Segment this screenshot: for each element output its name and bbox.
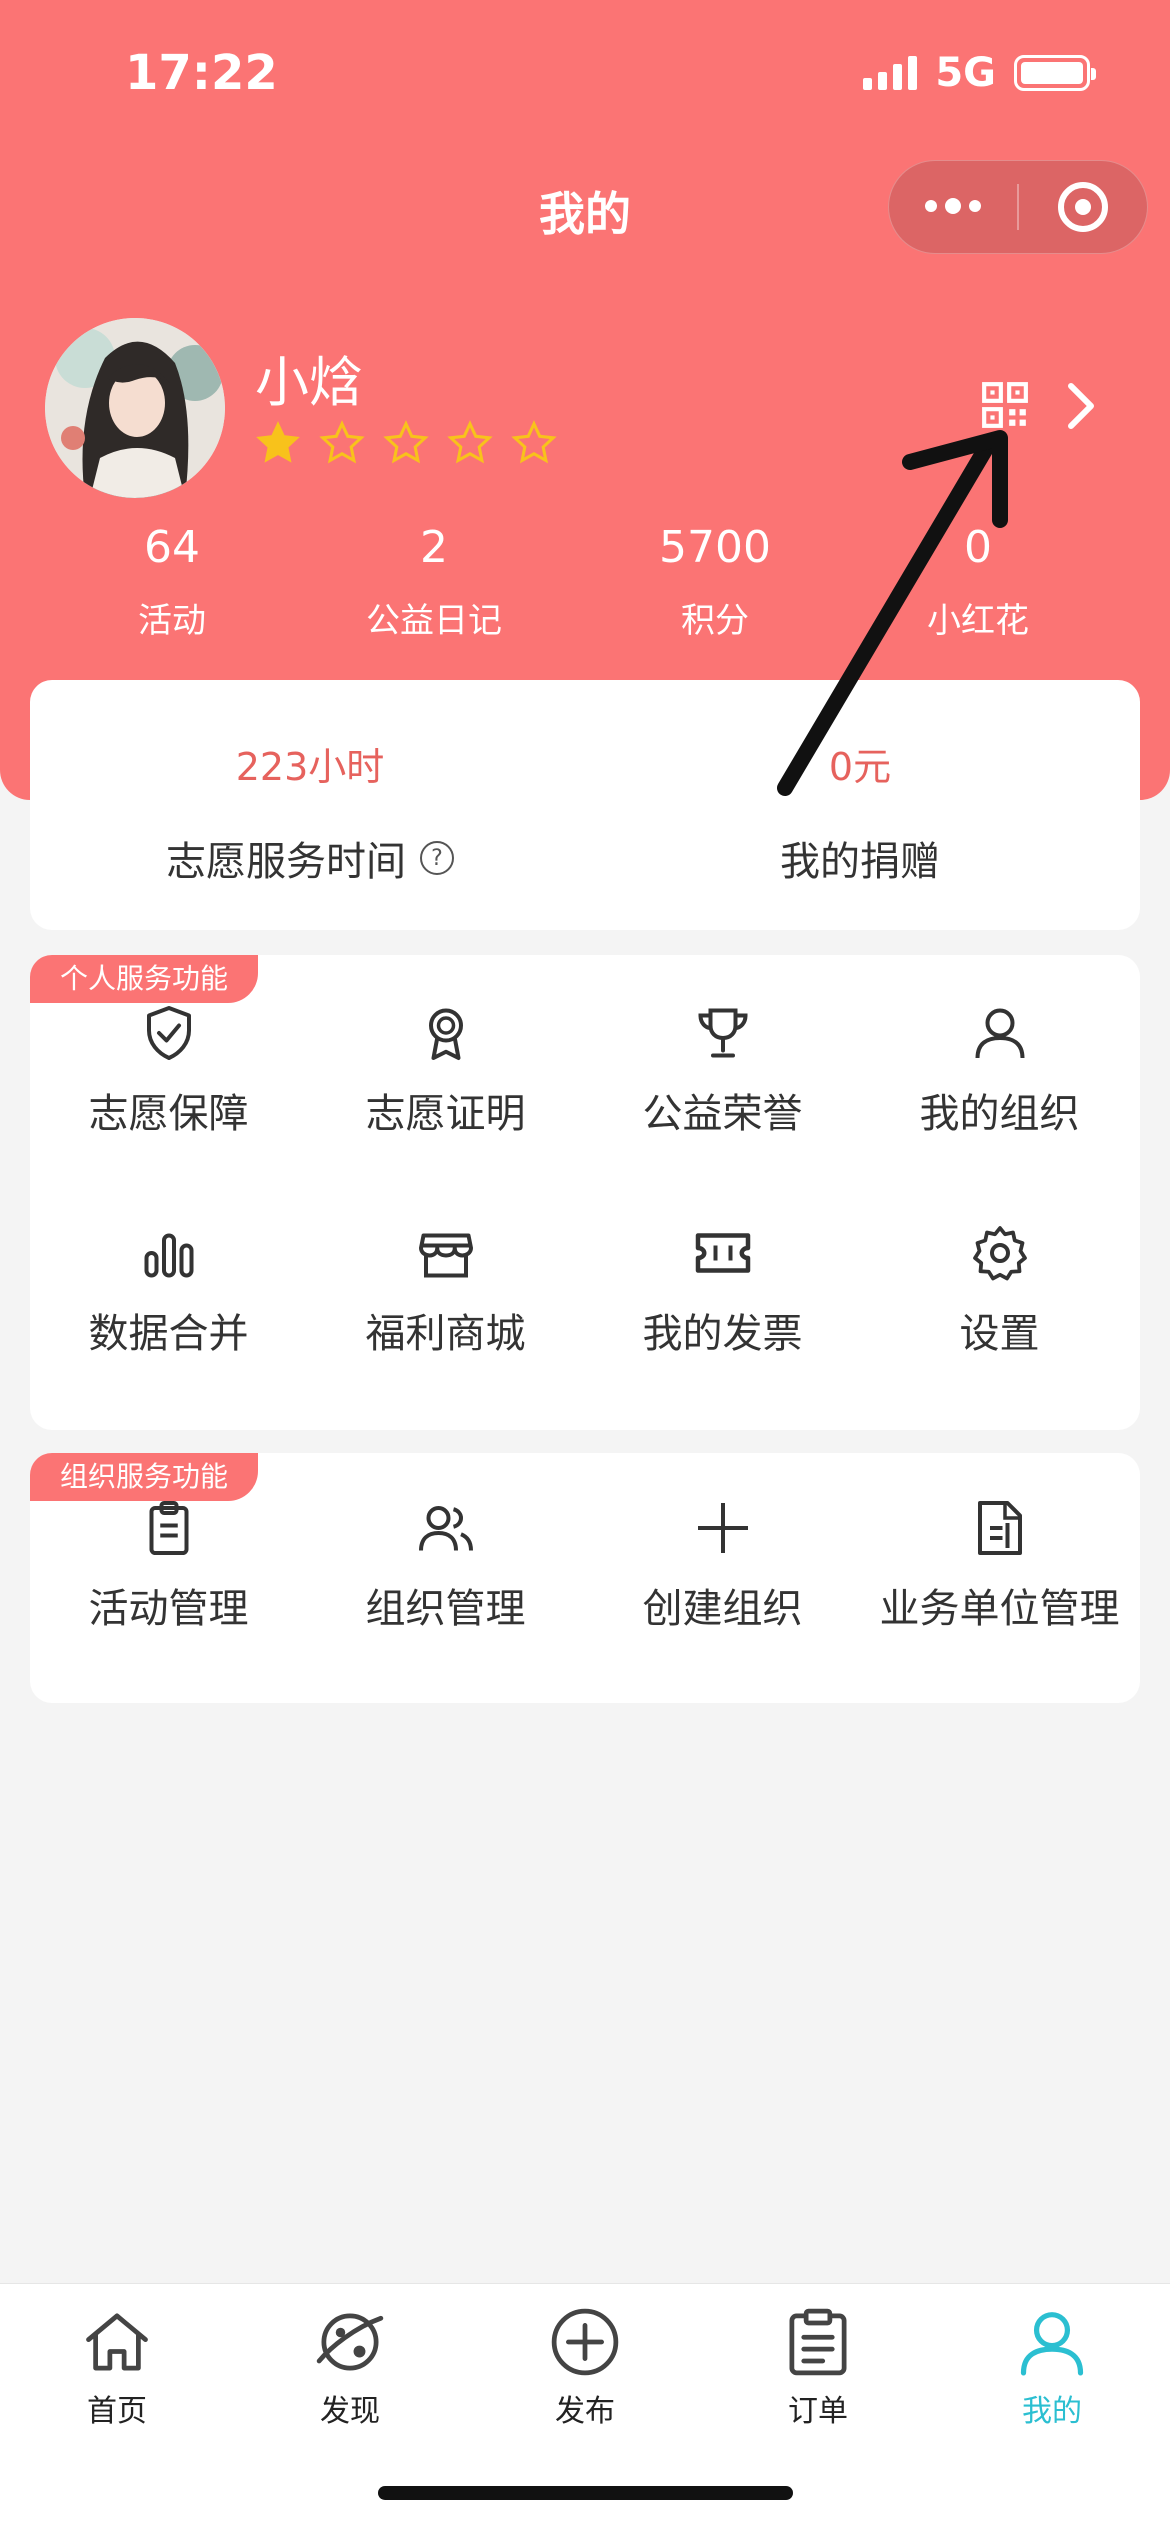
star-empty-icon xyxy=(383,420,429,464)
status-icons: 5G xyxy=(863,50,1096,96)
stat-label: 公益日记 xyxy=(366,601,502,641)
tab-label: 发现 xyxy=(320,2394,380,2429)
tab-orders[interactable]: 订单 xyxy=(718,2304,918,2430)
star-filled-icon xyxy=(256,421,300,463)
org-organization-management[interactable]: 组织管理 xyxy=(307,1498,584,1634)
clipboard-icon xyxy=(149,1501,188,1555)
org-activity-management[interactable]: 活动管理 xyxy=(30,1498,307,1634)
close-target-icon[interactable] xyxy=(1019,182,1147,232)
help-icon[interactable]: ? xyxy=(420,841,454,875)
star-empty-icon xyxy=(447,420,493,464)
gear-icon xyxy=(972,1226,1027,1281)
tab-home[interactable]: 首页 xyxy=(17,2304,217,2430)
service-welfare-mall[interactable]: 福利商城 xyxy=(307,1223,584,1359)
service-hours-value: 223小时 xyxy=(235,745,385,789)
stat-label: 小红花 xyxy=(927,601,1029,641)
personal-services-card: 个人服务功能 志愿保障 志愿证明 公益荣誉 我的组织 数据合并 福利商城 我的发… xyxy=(30,955,1140,1430)
trophy-icon xyxy=(697,1008,748,1058)
tab-publish[interactable]: 发布 xyxy=(485,2304,685,2430)
plus-icon xyxy=(697,1503,748,1553)
qr-code-icon[interactable] xyxy=(980,380,1030,430)
shield-check-icon xyxy=(146,1006,191,1060)
service-my-organization[interactable]: 我的组织 xyxy=(861,1003,1138,1139)
service-volunteer-insurance[interactable]: 志愿保障 xyxy=(30,1003,307,1139)
section-tag: 个人服务功能 xyxy=(30,955,259,1003)
service-label: 我的组织 xyxy=(919,1091,1080,1137)
org-create-organization[interactable]: 创建组织 xyxy=(584,1498,861,1634)
user-icon xyxy=(975,1008,1024,1059)
service-label: 数据合并 xyxy=(88,1311,249,1357)
donation[interactable]: 0元 我的捐赠 xyxy=(610,736,1110,887)
service-my-invoice[interactable]: 我的发票 xyxy=(584,1223,861,1359)
service-label: 活动管理 xyxy=(88,1586,249,1632)
service-volunteer-certificate[interactable]: 志愿证明 xyxy=(307,1003,584,1139)
stat-value: 2 xyxy=(420,522,448,573)
service-label: 公益荣誉 xyxy=(642,1091,803,1137)
star-rating xyxy=(255,420,557,466)
donation-value: 0元 xyxy=(828,745,892,789)
signal-icon xyxy=(863,56,918,90)
chevron-right-icon[interactable] xyxy=(1065,382,1097,430)
mini-program-capsule xyxy=(888,160,1148,254)
tab-label: 我的 xyxy=(1022,2394,1082,2429)
stat-label: 积分 xyxy=(681,601,749,641)
org-business-unit-management[interactable]: 业务单位管理 xyxy=(861,1498,1138,1634)
service-label: 业务单位管理 xyxy=(879,1586,1120,1632)
home-icon xyxy=(86,2313,148,2371)
store-icon xyxy=(418,1233,473,1278)
users-icon xyxy=(418,1506,473,1551)
star-empty-icon xyxy=(511,420,557,464)
tab-discover[interactable]: 发现 xyxy=(250,2304,450,2430)
org-services-card: 组织服务功能 活动管理 组织管理 创建组织 业务单位管理 xyxy=(30,1453,1140,1703)
stat-value: 0 xyxy=(964,522,992,573)
clipboard-list-icon xyxy=(789,2308,847,2376)
stat-flowers[interactable]: 0 小红花 xyxy=(858,522,1098,642)
avatar[interactable] xyxy=(45,318,225,498)
add-circle-icon xyxy=(551,2308,619,2376)
service-honors[interactable]: 公益荣誉 xyxy=(584,1003,861,1139)
service-label: 福利商城 xyxy=(365,1311,526,1357)
service-data-merge[interactable]: 数据合并 xyxy=(30,1223,307,1359)
username: 小焓 xyxy=(255,351,363,414)
donation-label: 我的捐赠 xyxy=(780,839,940,885)
service-label: 设置 xyxy=(959,1311,1040,1357)
section-tag: 组织服务功能 xyxy=(30,1453,259,1501)
service-label: 创建组织 xyxy=(642,1586,803,1632)
service-label: 我的发票 xyxy=(642,1311,803,1357)
stat-value: 64 xyxy=(144,522,200,573)
more-icon[interactable] xyxy=(889,198,1017,214)
battery-icon xyxy=(1014,55,1096,91)
home-indicator xyxy=(378,2486,793,2500)
award-icon xyxy=(428,1008,463,1060)
star-empty-icon xyxy=(319,420,365,464)
profile-icon xyxy=(1020,2312,1084,2376)
status-time: 17:22 xyxy=(125,45,278,101)
tab-label: 订单 xyxy=(788,2394,848,2429)
summary-card: 223小时 志愿服务时间 ? 0元 我的捐赠 xyxy=(30,680,1140,930)
ticket-icon xyxy=(695,1233,750,1273)
service-settings[interactable]: 设置 xyxy=(861,1223,1138,1359)
service-label: 志愿保障 xyxy=(88,1091,249,1137)
tab-label: 发布 xyxy=(555,2394,615,2429)
planet-icon xyxy=(316,2313,384,2371)
network-type: 5G xyxy=(935,50,996,96)
tab-label: 首页 xyxy=(87,2394,147,2429)
service-hours[interactable]: 223小时 志愿服务时间 ? xyxy=(60,736,560,887)
stat-label: 活动 xyxy=(138,601,206,641)
service-label: 志愿证明 xyxy=(365,1091,526,1137)
stat-value: 5700 xyxy=(659,522,771,573)
document-icon xyxy=(977,1501,1022,1555)
stat-diary[interactable]: 2 公益日记 xyxy=(314,522,554,642)
tab-mine[interactable]: 我的 xyxy=(952,2304,1152,2430)
stat-activities[interactable]: 64 活动 xyxy=(52,522,292,642)
stat-points[interactable]: 5700 积分 xyxy=(595,522,835,642)
service-hours-label: 志愿服务时间 xyxy=(166,839,406,885)
service-label: 组织管理 xyxy=(365,1586,526,1632)
bar-chart-icon xyxy=(144,1233,193,1278)
